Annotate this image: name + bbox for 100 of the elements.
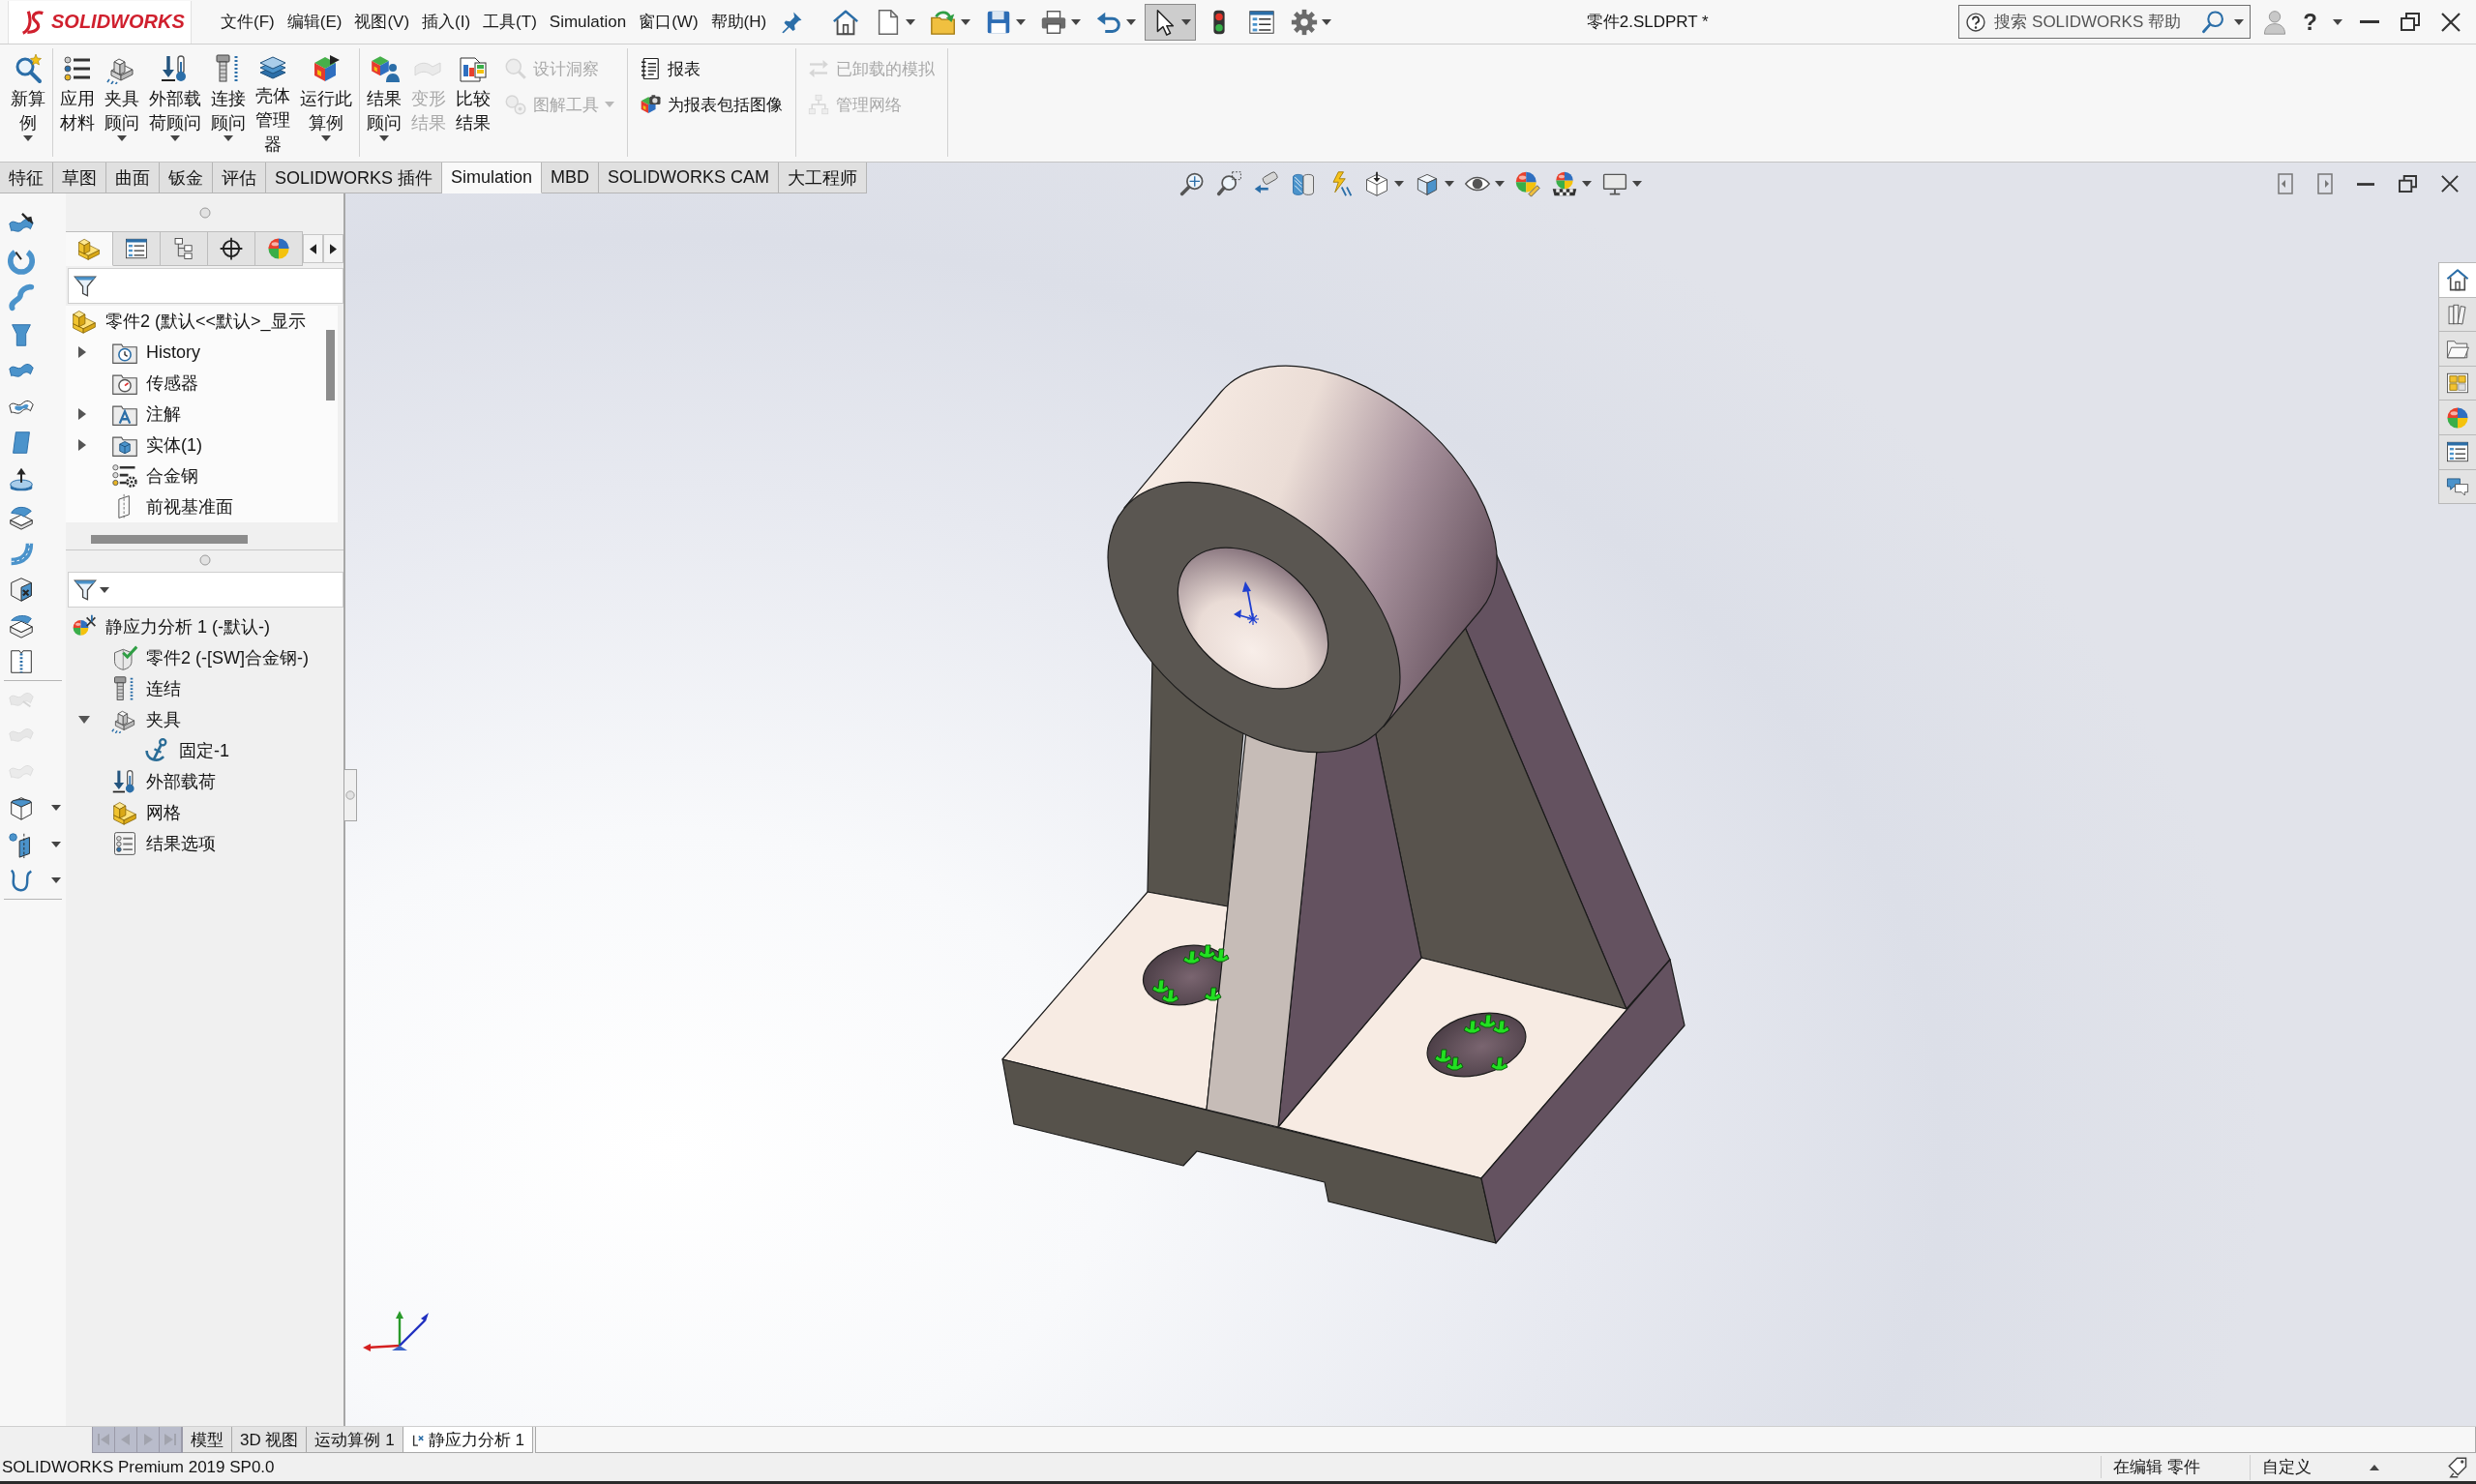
caret-down-icon[interactable] [1445,181,1454,187]
panel-collapse-handle[interactable] [344,769,357,821]
help-button[interactable]: ? [2301,10,2319,34]
grip-icon[interactable] [198,206,211,219]
task-pane-tab[interactable] [2438,366,2476,401]
caret-down-icon[interactable] [117,135,127,141]
caret-down-icon[interactable] [224,135,233,141]
document-tab[interactable]: 模型 [183,1427,232,1453]
tree-item[interactable]: 网格 [71,797,181,828]
document-tab[interactable]: 3D 视图 [232,1427,308,1453]
units-button[interactable]: 自定义 [2250,1454,2391,1480]
scrollbar-thumb[interactable] [91,535,248,544]
scroll-left-button[interactable] [303,234,324,263]
filter-field[interactable] [68,572,343,608]
task-pane-tab[interactable] [2438,332,2476,367]
caret-down-icon[interactable] [1181,18,1192,25]
caret-down-icon[interactable] [1582,181,1592,187]
command-tab[interactable]: 钣金 [160,163,213,193]
ribbon-button[interactable]: 应用 材料 [56,48,99,157]
ribbon-button[interactable]: 为报表包括图像 [635,89,787,120]
pin-icon[interactable] [780,10,804,34]
caret-down-icon[interactable] [321,135,331,141]
tree-item[interactable]: 固定-1 [104,735,229,766]
caret-down-icon[interactable] [51,805,61,812]
task-pane-tab[interactable] [2438,263,2476,298]
tree-item[interactable]: 夹具 [71,704,181,735]
ribbon-button[interactable]: 新算 例 [7,48,49,157]
command-tab[interactable]: SOLIDWORKS CAM [599,163,780,193]
search-input[interactable]: 搜索 SOLIDWORKS 帮助 [1994,9,2194,35]
tree-item[interactable]: 结果选项 [71,828,216,859]
menu-item[interactable]: 文件(F) [221,11,275,33]
menu-item[interactable]: 工具(T) [483,11,537,33]
tree-item[interactable]: 零件2 (-[SW]合金钢-) [71,642,309,673]
command-tab[interactable]: 特征 [0,163,53,193]
caret-down-icon[interactable] [1632,181,1642,187]
ribbon-button[interactable]: 报表 [635,53,787,84]
caret-down-icon[interactable] [1394,181,1404,187]
caret-down-icon[interactable] [2333,18,2342,25]
command-tab[interactable]: SOLIDWORKS 插件 [266,163,443,193]
caret-down-icon[interactable] [906,18,916,25]
caret-down-icon[interactable] [100,586,109,593]
caret-down-icon[interactable] [1495,181,1505,187]
caret-down-icon[interactable] [1071,18,1082,25]
task-pane-tab[interactable] [2438,469,2476,505]
filter-field[interactable] [68,268,343,304]
ribbon-button[interactable]: 结果 顾问 [363,48,405,157]
expanded-arrow-icon[interactable] [78,716,90,724]
caret-down-icon[interactable] [51,877,61,884]
ribbon-button[interactable]: 比较 结果 [452,48,494,157]
menu-item[interactable]: 编辑(E) [286,11,343,33]
tree-item[interactable]: 零件2 (默认<<默认>_显示 [71,306,306,337]
ribbon-button[interactable]: 夹具 顾问 [101,48,143,157]
task-pane-tab[interactable] [2438,401,2476,435]
tree-item[interactable]: 实体(1) [71,430,202,460]
menu-item[interactable]: 视图(V) [354,11,410,33]
caret-down-icon[interactable] [1016,18,1027,25]
menu-item[interactable]: Simulation [549,12,627,32]
task-pane-tab[interactable] [2438,297,2476,333]
grip-icon[interactable] [198,554,211,566]
menu-item[interactable]: 帮助(H) [710,11,767,33]
tree-item[interactable]: 传感器 [71,368,198,399]
caret-down-icon[interactable] [2234,18,2245,25]
command-tab[interactable]: MBD [542,163,600,193]
panel-tab[interactable] [208,231,256,266]
tree-item[interactable]: 静应力分析 1 (-默认-) [71,611,270,642]
ribbon-button[interactable]: 外部载 荷顾问 [145,48,205,157]
menu-item[interactable]: 窗口(W) [639,11,699,33]
collapsed-arrow-icon[interactable] [78,346,86,358]
scrollbar-thumb[interactable] [326,330,335,401]
command-tab[interactable]: 曲面 [106,163,160,193]
search-field[interactable]: 搜索 SOLIDWORKS 帮助 [1958,5,2252,39]
command-tab[interactable]: 评估 [213,163,266,193]
caret-down-icon[interactable] [1126,18,1137,25]
collapsed-arrow-icon[interactable] [78,408,86,420]
document-tab[interactable]: 运动算例 1 [307,1427,403,1453]
caret-down-icon[interactable] [379,135,389,141]
caret-down-icon[interactable] [51,841,61,847]
tree-item[interactable]: 合金钢 [71,460,198,491]
tree-item[interactable]: 前视基准面 [71,491,233,522]
task-pane-tab[interactable] [2438,434,2476,470]
caret-down-icon[interactable] [170,135,180,141]
document-tab[interactable]: 静应力分析 1 [403,1427,533,1453]
ribbon-button[interactable]: 壳体 管理 器 [252,48,294,157]
panel-tab[interactable] [161,231,209,266]
caret-down-icon[interactable] [961,18,971,25]
scroll-right-button[interactable] [323,234,343,263]
ribbon-button[interactable]: 运行此 算例 [296,48,356,157]
command-tab[interactable]: 大工程师 [779,163,868,193]
menu-item[interactable]: 插入(I) [422,11,471,33]
caret-down-icon[interactable] [1322,18,1332,25]
collapsed-arrow-icon[interactable] [78,439,86,451]
select-button[interactable] [1145,3,1197,41]
tree-item[interactable]: 注解 [71,399,181,430]
tree-item[interactable]: History [71,337,200,368]
tree-item[interactable]: 外部载荷 [71,766,216,797]
panel-tab[interactable] [113,231,162,266]
logo-button[interactable]: SOLIDWORKS [8,0,192,44]
command-tab[interactable]: 草图 [53,163,106,193]
command-tab[interactable]: Simulation [442,163,543,193]
tree-item[interactable]: 连结 [71,673,181,704]
